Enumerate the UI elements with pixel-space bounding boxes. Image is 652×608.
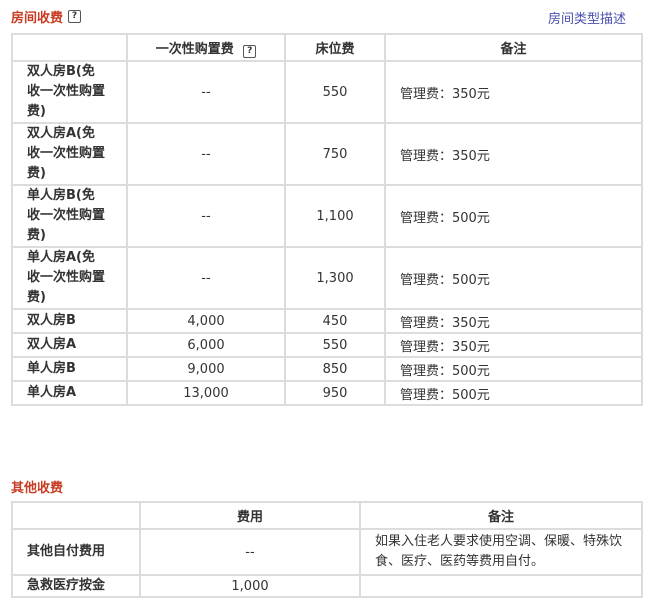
note-cell: 管理费：500元 [384,356,643,382]
note-cell: 管理费：500元 [384,246,643,310]
table-header-row: 一次性购置费 ? 床位费 备注 [11,33,643,62]
room-name-cell: 双人房A(免收一次性购置费) [11,122,128,186]
table-row: 单人房A(免收一次性购置费) -- 1,300 管理费：500元 [11,246,643,310]
note-cell: 管理费：350元 [384,332,643,358]
fee-name-cell: 其他自付费用 [11,528,141,576]
onetime-fee-cell: -- [126,184,286,248]
help-icon[interactable]: ? [243,44,257,58]
note-cell: 如果入住老人要求使用空调、保暖、特殊饮食、医疗、医药等费用自付。 [359,528,643,576]
table-row: 双人房A 6,000 550 管理费：350元 [11,332,643,358]
table-row: 单人房A 13,000 950 管理费：500元 [11,380,643,406]
room-name-cell: 单人房A [11,380,128,406]
table-row: 双人房B 4,000 450 管理费：350元 [11,308,643,334]
room-name-cell: 单人房B [11,356,128,382]
onetime-fee-cell: -- [126,60,286,124]
fee-cell: -- [139,528,361,576]
fee-cell: 1,000 [139,574,361,598]
note-cell: 管理费：350元 [384,60,643,124]
bed-fee-cell: 1,300 [284,246,386,310]
header-bed-fee: 床位费 [284,33,386,62]
bed-fee-cell: 450 [284,308,386,334]
onetime-fee-cell: 6,000 [126,332,286,358]
table-row: 急救医疗按金 1,000 [11,574,643,598]
note-cell: 管理费：500元 [384,184,643,248]
onetime-fee-cell: 13,000 [126,380,286,406]
table-row: 双人房A(免收一次性购置费) -- 750 管理费：350元 [11,122,643,186]
bed-fee-cell: 550 [284,60,386,124]
onetime-fee-cell: -- [126,246,286,310]
header-note: 备注 [359,501,643,530]
room-name-cell: 单人房B(免收一次性购置费) [11,184,128,248]
help-icon[interactable]: ? [68,9,82,23]
room-type-description-link[interactable]: 房间类型描述 [548,8,626,27]
bed-fee-cell: 950 [284,380,386,406]
table-row: 其他自付费用 -- 如果入住老人要求使用空调、保暖、特殊饮食、医疗、医药等费用自付。 [11,528,643,576]
note-cell: 管理费：350元 [384,122,643,186]
header-blank [11,501,141,530]
header-onetime-fee: 一次性购置费 ? [126,33,286,62]
room-name-cell: 双人房B [11,308,128,334]
room-name-cell: 双人房A [11,332,128,358]
bed-fee-cell: 1,100 [284,184,386,248]
table-header-row: 费用 备注 [11,501,643,530]
header-note: 备注 [384,33,643,62]
other-fees-table: 费用 备注 其他自付费用 -- 如果入住老人要求使用空调、保暖、特殊饮食、医疗、医药… [11,501,643,598]
note-cell: 管理费：500元 [384,380,643,406]
other-fees-title: 其他收费 [11,480,64,496]
room-name-cell: 双人房B(免收一次性购置费) [11,60,128,124]
bed-fee-cell: 550 [284,332,386,358]
onetime-fee-cell: 4,000 [126,308,286,334]
room-fees-table: 一次性购置费 ? 床位费 备注 双人房B(免收一次性购置费) -- 550 管理费：3… [11,33,643,406]
table-row: 双人房B(免收一次性购置费) -- 550 管理费：350元 [11,60,643,124]
note-cell [359,574,643,598]
note-cell: 管理费：350元 [384,308,643,334]
room-name-cell: 单人房A(免收一次性购置费) [11,246,128,310]
bed-fee-cell: 850 [284,356,386,382]
header-fee: 费用 [139,501,361,530]
fee-name-cell: 急救医疗按金 [11,574,141,598]
header-blank [11,33,128,62]
table-row: 单人房B(免收一次性购置费) -- 1,100 管理费：500元 [11,184,643,248]
onetime-fee-cell: -- [126,122,286,186]
table-row: 单人房B 9,000 850 管理费：500元 [11,356,643,382]
onetime-fee-cell: 9,000 [126,356,286,382]
room-fees-title: 房间收费 ? [11,7,82,26]
bed-fee-cell: 750 [284,122,386,186]
